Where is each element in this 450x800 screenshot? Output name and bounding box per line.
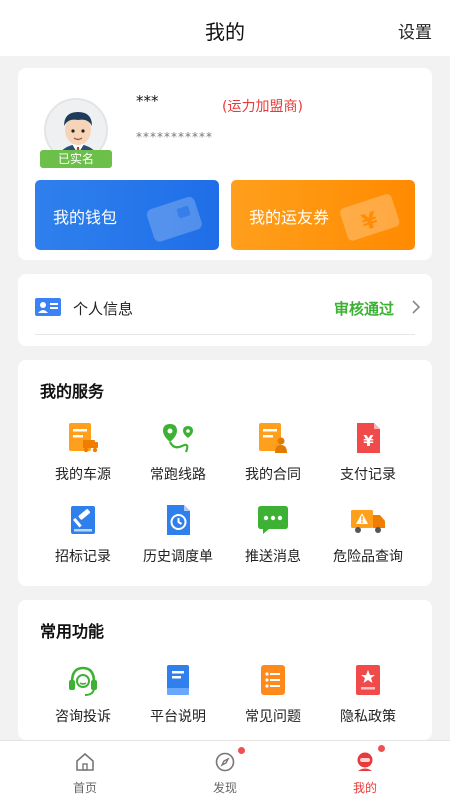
service-label: 历史调度单 [143,549,213,565]
common-label: 咨询投诉 [55,709,111,725]
vehicle-source-icon [69,423,98,453]
svg-text:¥: ¥ [363,432,374,450]
service-label: 招标记录 [55,549,111,565]
home-icon [76,752,94,771]
id-card-icon [35,298,61,316]
personal-info-row[interactable]: 个人信息 审核通过 [18,274,432,342]
hazard-truck-icon [351,510,385,533]
route-icon [163,424,193,453]
review-status: 审核通过 [333,300,394,318]
common-title: 常用功能 [40,622,105,641]
service-label: 支付记录 [340,467,396,483]
contract-icon [259,423,287,453]
user-role-tag: (运力加盟商) [222,99,303,115]
support-headset-icon [69,666,97,696]
faq-list-icon [261,665,285,695]
tab-mine[interactable]: 我的 [290,741,440,800]
common-faq[interactable]: 常见问题 [223,662,323,732]
service-payment-record[interactable]: ¥ 支付记录 [318,420,418,490]
tab-home[interactable]: 首页 [10,741,160,800]
service-bidding-record[interactable]: 招标记录 [33,502,133,572]
divider [35,334,415,335]
service-route[interactable]: 常跑线路 [128,420,228,490]
tab-label: 我的 [352,781,377,795]
dispatch-history-icon [167,505,190,535]
wallet-label: 我的钱包 [53,208,118,227]
services-title: 我的服务 [40,382,105,401]
service-label: 推送消息 [245,549,301,565]
page-title: 我的 [205,20,245,44]
chevron-right-icon [412,300,420,314]
coupon-button[interactable]: 我的运友券 ¥ [231,180,415,250]
service-label: 我的合同 [245,467,301,483]
profile-icon [357,752,373,771]
notification-dot [378,745,385,752]
personal-info-card: 个人信息 审核通过 [18,274,432,346]
book-icon [167,665,189,695]
wallet-icon [146,196,202,242]
common-label: 隐私政策 [340,709,396,725]
verified-badge: 已实名 [40,150,112,168]
coupon-yen-icon: ¥ [340,194,400,241]
common-label: 平台说明 [150,709,206,725]
tab-label: 首页 [72,781,97,795]
service-contract[interactable]: 我的合同 [223,420,323,490]
service-dispatch-history[interactable]: 历史调度单 [128,502,228,572]
common-label: 常见问题 [245,709,301,725]
tab-discover[interactable]: 发现 [150,741,300,800]
settings-button[interactable]: 设置 [398,18,432,43]
service-push-message[interactable]: 推送消息 [223,502,323,572]
profile-card: 已实名 *** (运力加盟商) *********** 我的钱包 我的运友券 ¥ [18,68,432,260]
tab-label: 发现 [212,781,237,795]
notification-dot [238,747,245,754]
service-label: 我的车源 [55,467,111,483]
common-support[interactable]: 咨询投诉 [33,662,133,732]
services-card: 我的服务 我的车源 常跑线路 我的合同 ¥ 支付记录 招标记录 历史调度单 推送… [18,360,432,586]
service-label: 危险品查询 [333,549,403,565]
payment-record-icon: ¥ [357,423,380,453]
personal-info-label: 个人信息 [73,300,134,318]
bottom-tab-bar: 首页 发现 我的 [0,740,450,800]
user-name: *** [136,92,159,110]
privacy-icon [356,665,380,695]
common-privacy[interactable]: 隐私政策 [318,662,418,732]
service-vehicle-source[interactable]: 我的车源 [33,420,133,490]
wallet-button[interactable]: 我的钱包 [35,180,219,250]
coupon-label: 我的运友券 [249,208,330,227]
compass-icon [215,752,235,772]
message-icon [258,506,288,534]
bidding-icon [71,506,95,534]
top-bar: 我的 设置 [0,0,450,56]
common-functions-card: 常用功能 咨询投诉 平台说明 常见问题 隐私政策 [18,600,432,740]
service-label: 常跑线路 [150,467,206,483]
service-hazard-query[interactable]: 危险品查询 [318,502,418,572]
user-phone: *********** [136,130,213,144]
common-platform-guide[interactable]: 平台说明 [128,662,228,732]
